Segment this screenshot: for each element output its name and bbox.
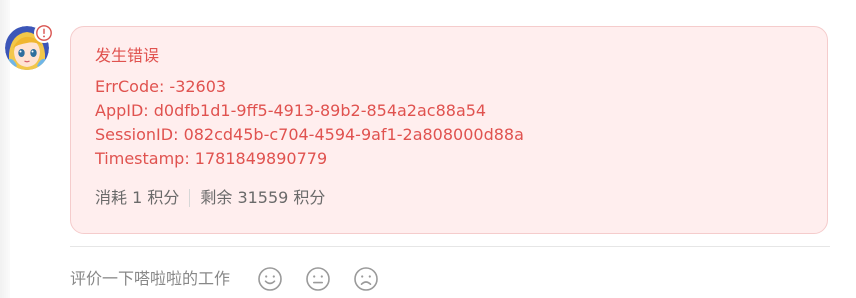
timestamp-line: Timestamp: 1781849890779 (95, 149, 328, 168)
credits-remaining: 剩余 31559 积分 (200, 188, 326, 207)
rate-bad-button[interactable] (352, 265, 380, 293)
frown-icon (354, 267, 378, 291)
session-id-line: SessionID: 082cd45b-c704-4594-9af1-2a808… (95, 125, 524, 144)
rating-label: 评价一下嗒啦啦的工作 (70, 269, 231, 288)
chat-message-area: 发生错误 ErrCode: -32603 AppID: d0dfb1d1-9ff… (0, 0, 856, 298)
rate-neutral-button[interactable] (304, 265, 332, 293)
error-code-line: ErrCode: -32603 (95, 77, 227, 96)
assistant-avatar-wrap (5, 24, 53, 76)
rate-good-button[interactable] (256, 265, 284, 293)
rating-bar: 评价一下嗒啦啦的工作 (70, 265, 400, 293)
error-title: 发生错误 (95, 46, 160, 65)
error-message-card: 发生错误 ErrCode: -32603 AppID: d0dfb1d1-9ff… (70, 26, 828, 234)
divider (70, 246, 830, 247)
usage-separator (189, 189, 191, 207)
app-id-line: AppID: d0dfb1d1-9ff5-4913-89b2-854a2ac88… (95, 101, 487, 120)
neutral-face-icon (306, 267, 330, 291)
credits-consumed: 消耗 1 积分 (95, 188, 180, 207)
warning-circle-icon (36, 25, 52, 41)
credit-usage: 消耗 1 积分 剩余 31559 积分 (95, 187, 803, 209)
smile-icon (258, 267, 282, 291)
warning-badge (35, 24, 53, 42)
